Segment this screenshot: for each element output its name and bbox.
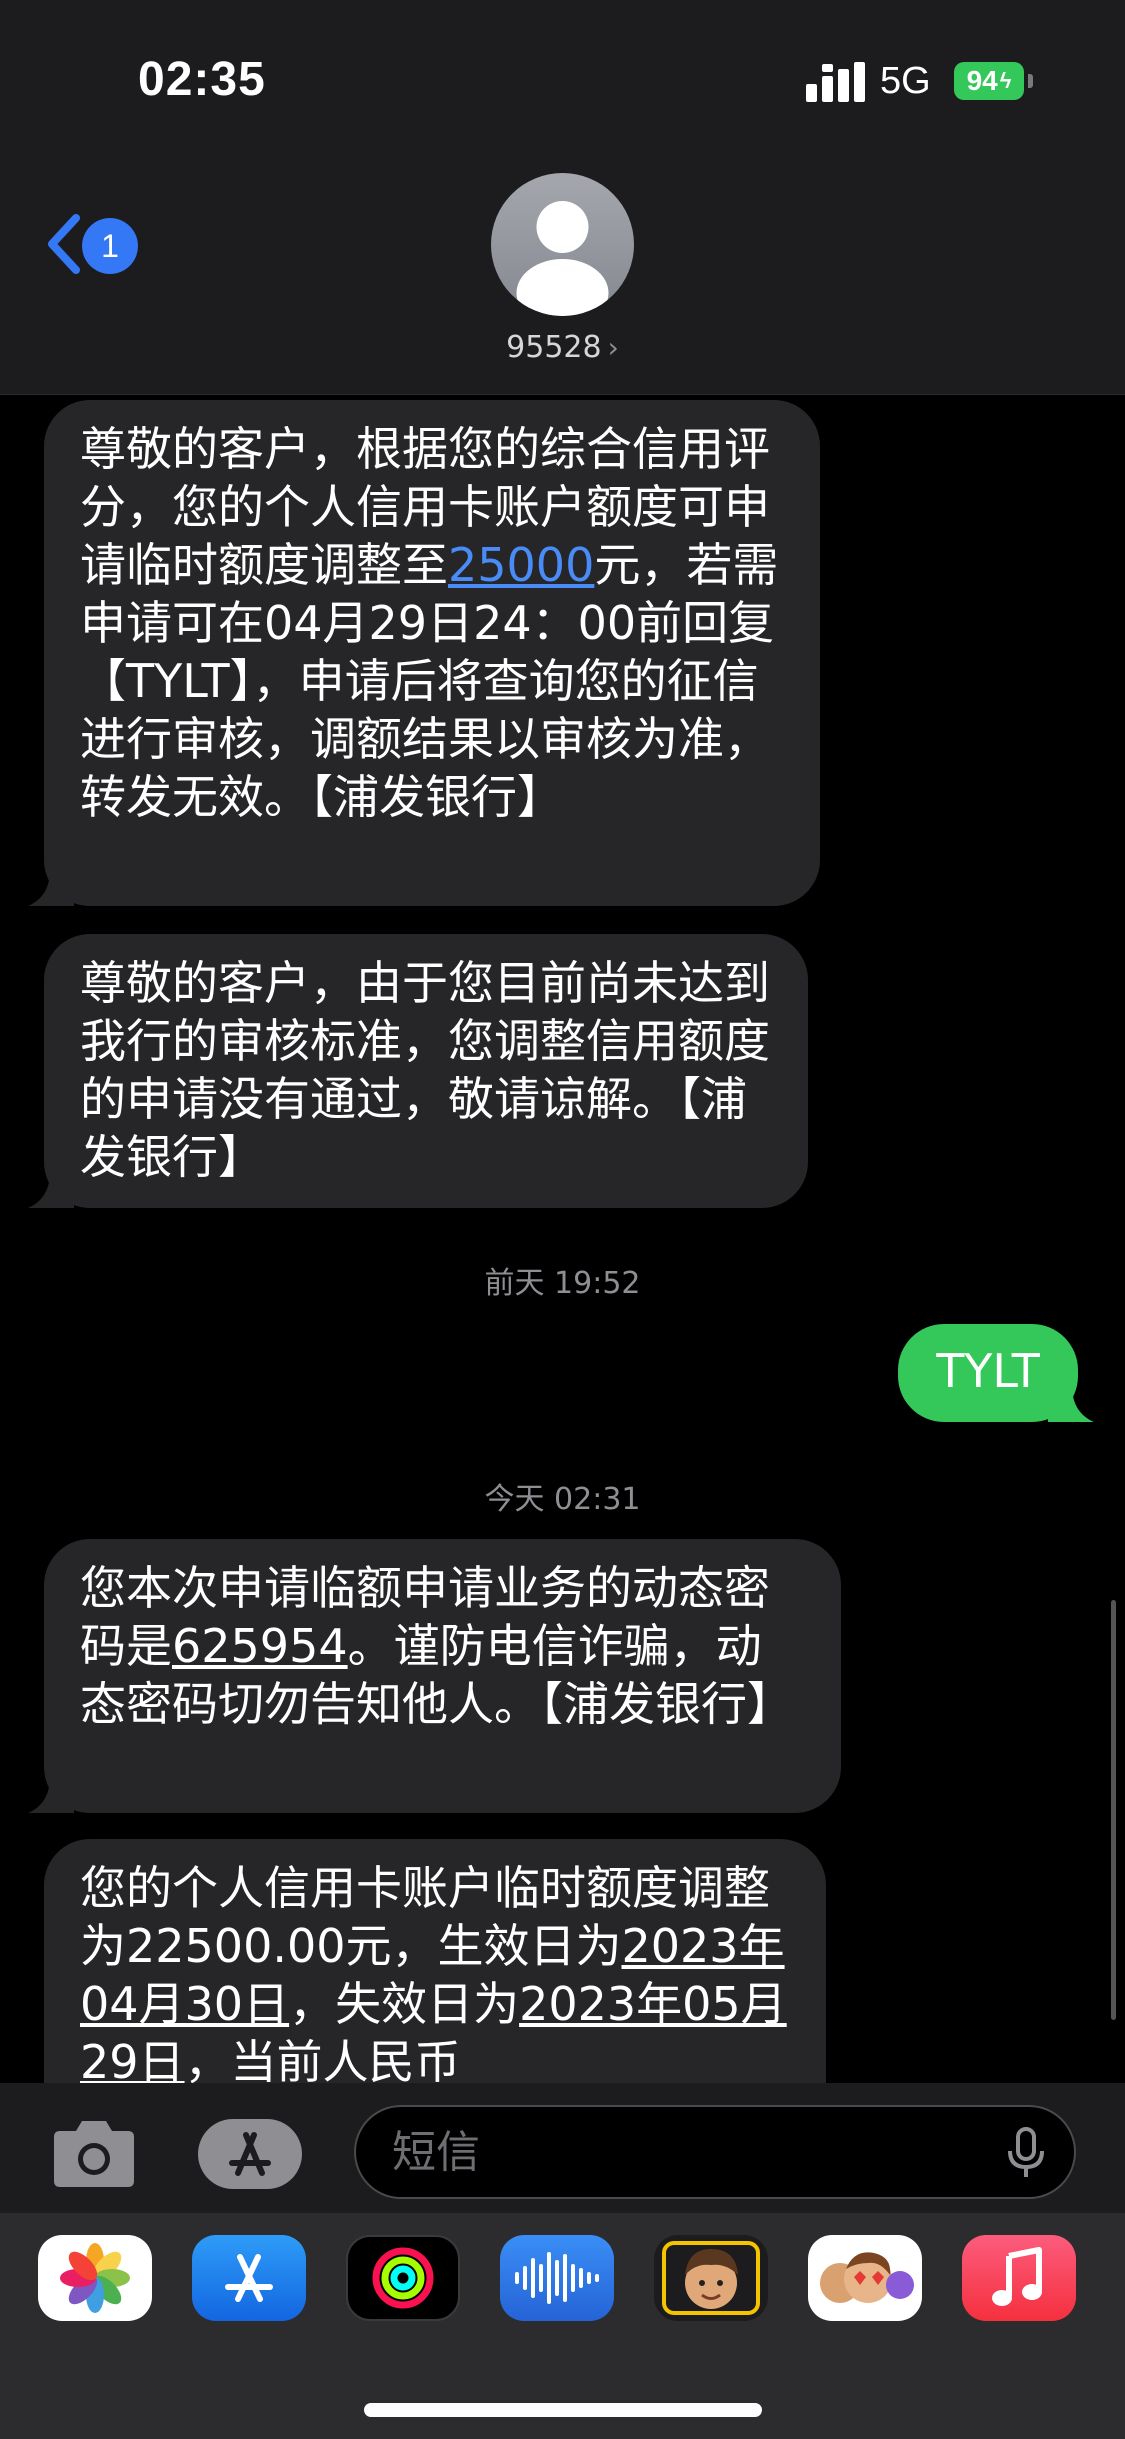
app-store-button[interactable] (198, 2119, 302, 2189)
timestamp: 今天 02:31 (484, 1482, 641, 1517)
app-store-icon (229, 2132, 271, 2176)
chevron-right-icon: › (607, 331, 619, 364)
photos-flower-glyph (60, 2243, 130, 2313)
message-detected-data[interactable]: 625954 (172, 1619, 348, 1673)
memoji-face-glyph (662, 2241, 760, 2315)
voice-memos-icon[interactable] (500, 2235, 614, 2321)
message-text: TYLT (936, 1344, 1040, 1398)
photos-icon[interactable] (38, 2235, 152, 2321)
animoji-stickers-icon[interactable] (808, 2235, 922, 2321)
message-text-segment: TYLT (936, 1344, 1040, 1398)
bubble-tail (28, 870, 74, 906)
memoji-icon[interactable] (654, 2235, 768, 2321)
message-text: 尊敬的客户，根据您的综合信用评分，您的个人信用卡账户额度可申请临时额度调整至25… (80, 422, 778, 824)
app-store-icon[interactable] (192, 2235, 306, 2321)
incoming-message[interactable]: 您本次申请临额申请业务的动态密码是625954。谨防电信诈骗，动态密码切勿告知他… (28, 1539, 841, 1813)
timestamp: 前天 19:52 (484, 1266, 641, 1301)
incoming-message[interactable]: 尊敬的客户，根据您的综合信用评分，您的个人信用卡账户额度可申请临时额度调整至25… (28, 400, 820, 906)
message-text: 尊敬的客户，由于您目前尚未达到我行的审核标准，您调整信用额度的申请没有通过，敬请… (80, 956, 770, 1184)
contact-name[interactable]: 95528 › (0, 330, 1125, 365)
conversation-header: 02:35 5G 94 ϟ 1 95528 › (0, 0, 1125, 395)
bubble-tail (28, 1777, 74, 1813)
status-time: 02:35 (138, 53, 266, 106)
charging-bolt-icon: ϟ (999, 68, 1012, 93)
camera-icon[interactable] (48, 2119, 140, 2189)
battery-level: 94 ϟ (954, 62, 1024, 100)
app-store-glyph (225, 2254, 273, 2302)
message-text-segment: 尊敬的客户，由于您目前尚未达到我行的审核标准，您调整信用额度的申请没有通过，敬请… (80, 956, 770, 1184)
bubble-tail (28, 1172, 74, 1208)
signal-strength-icon (806, 62, 865, 102)
contact-number[interactable]: 95528 (506, 330, 601, 365)
message-text: 您的个人信用卡账户临时额度调整为22500.00元，生效日为2023年04月30… (80, 1861, 787, 2089)
activity-rings-glyph (372, 2247, 434, 2309)
network-type: 5G (880, 60, 931, 102)
message-input[interactable] (354, 2105, 1076, 2199)
unread-count-badge[interactable]: 1 (82, 218, 138, 274)
message-text-segment: ，当前人民币 (184, 2035, 461, 2089)
message-text: 您本次申请临额申请业务的动态密码是625954。谨防电信诈骗，动态密码切勿告知他… (80, 1561, 793, 1731)
bubble-tail (1048, 1386, 1094, 1422)
home-indicator[interactable] (364, 2403, 762, 2417)
message-text-segment: ，失效日为 (289, 1977, 520, 2031)
sticker-faces-glyph (820, 2252, 914, 2303)
message-link[interactable]: 25000 (448, 538, 594, 592)
incoming-message[interactable]: 尊敬的客户，由于您目前尚未达到我行的审核标准，您调整信用额度的申请没有通过，敬请… (28, 934, 808, 1208)
music-icon[interactable] (962, 2235, 1076, 2321)
activity-icon[interactable] (346, 2235, 460, 2321)
message-composer (0, 2083, 1125, 2213)
music-note-glyph (992, 2247, 1042, 2306)
imessage-app-drawer (0, 2213, 1125, 2439)
contact-avatar[interactable] (491, 173, 634, 316)
waveform-glyph (515, 2252, 599, 2304)
scrollbar[interactable] (1111, 1600, 1116, 2020)
back-chevron-icon[interactable] (44, 212, 84, 276)
outgoing-message[interactable]: TYLT (898, 1324, 1094, 1422)
microphone-icon[interactable] (1004, 2127, 1048, 2179)
person-silhouette-icon (516, 201, 609, 316)
battery-cap (1028, 74, 1033, 88)
battery-percent: 94 (966, 65, 998, 96)
